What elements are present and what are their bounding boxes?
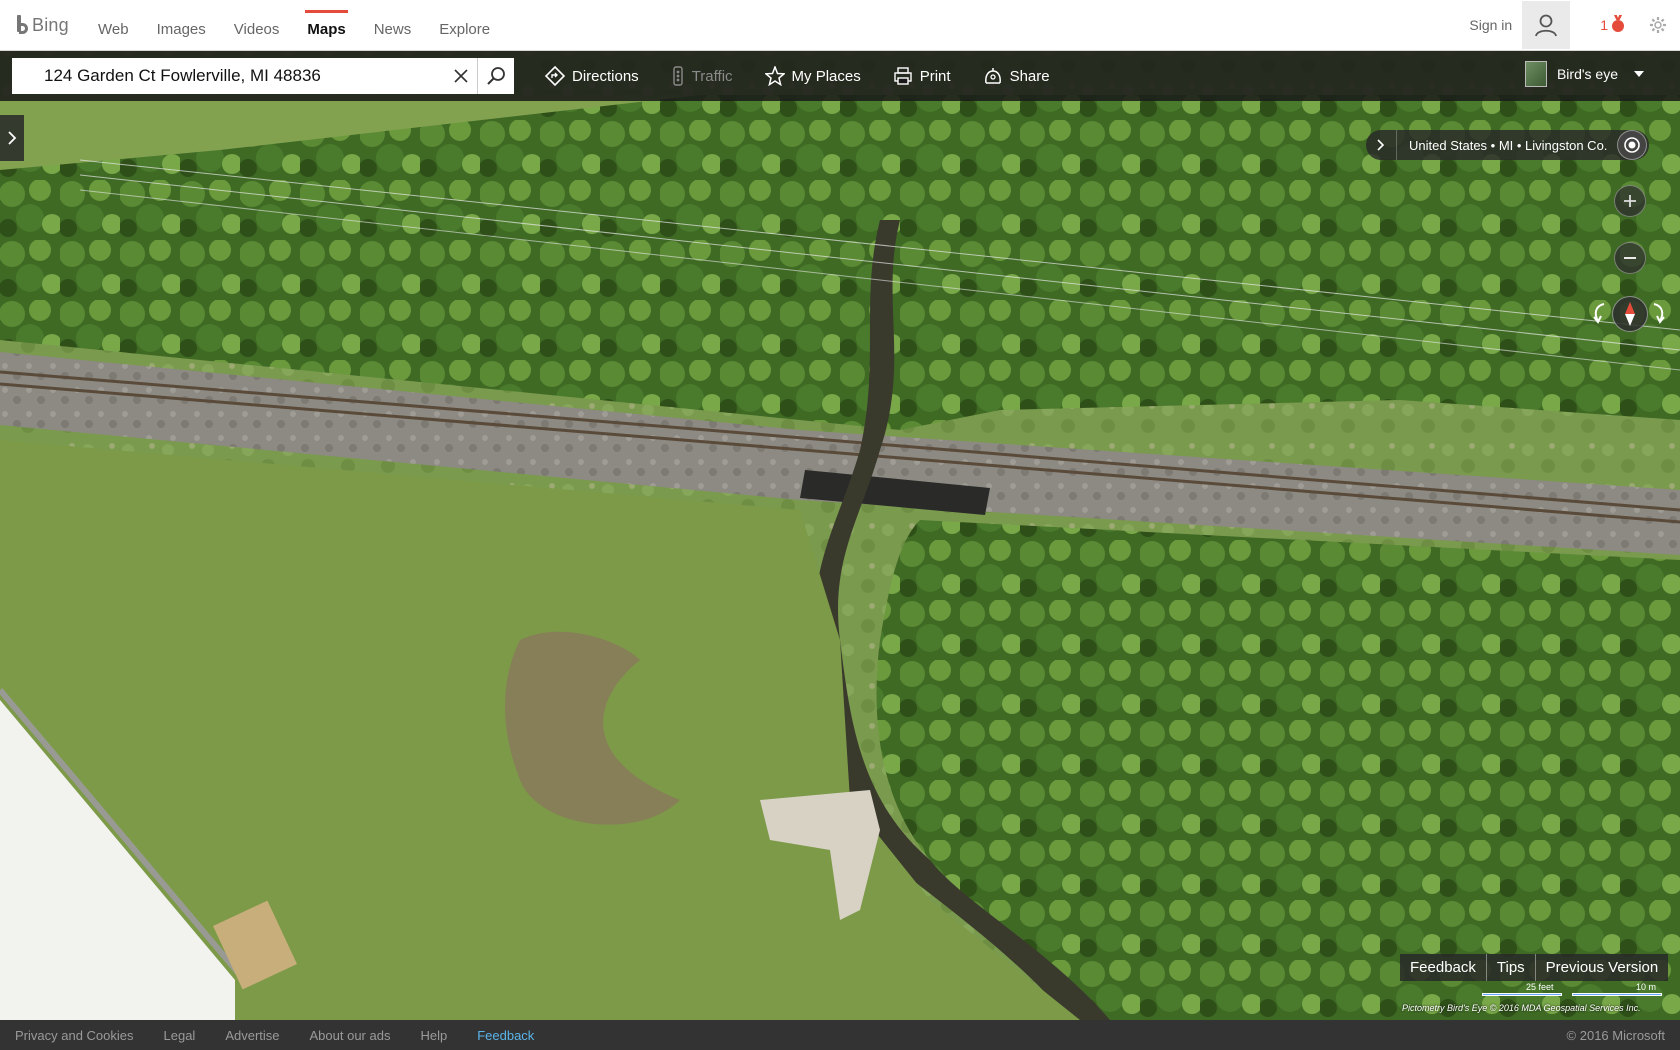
signin-link[interactable]: Sign in	[1469, 17, 1512, 33]
clear-search-button[interactable]	[445, 58, 477, 94]
medal-icon	[1612, 20, 1624, 32]
zoom-out-icon	[1624, 257, 1636, 259]
copyright-text: © 2016 Microsoft	[1566, 1028, 1665, 1043]
search-button[interactable]	[477, 58, 514, 94]
user-avatar[interactable]	[1522, 1, 1571, 49]
rotate-right-icon[interactable]	[1651, 302, 1667, 324]
settings-button[interactable]	[1648, 15, 1668, 35]
zoom-out-button[interactable]	[1614, 242, 1646, 274]
map-toolbar: Directions Traffic My Places Print	[0, 51, 1680, 101]
chevron-down-icon	[1634, 71, 1644, 77]
footer-link-feedback[interactable]: Feedback	[477, 1028, 534, 1043]
bing-logo-icon	[16, 15, 28, 35]
top-header: Bing Web Images Videos Maps News Explore…	[0, 0, 1680, 51]
footer-link-help[interactable]: Help	[420, 1028, 447, 1043]
tips-button[interactable]: Tips	[1487, 954, 1536, 981]
traffic-icon	[672, 66, 683, 86]
rotate-left-icon[interactable]	[1591, 302, 1607, 324]
nav-item-videos[interactable]: Videos	[220, 4, 294, 54]
view-label: Bird's eye	[1556, 66, 1618, 82]
directions-button[interactable]: Directions	[545, 66, 639, 86]
traffic-button[interactable]: Traffic	[671, 66, 733, 86]
map-feedback-button[interactable]: Feedback	[1400, 954, 1487, 981]
print-label: Print	[919, 67, 951, 85]
search-input[interactable]	[12, 59, 445, 93]
share-icon	[984, 68, 1001, 84]
locate-icon	[1624, 137, 1641, 153]
nav-item-explore[interactable]: Explore	[425, 4, 504, 54]
footer-link-about-ads[interactable]: About our ads	[310, 1028, 391, 1043]
star-icon	[764, 66, 785, 86]
gear-icon	[1650, 17, 1666, 33]
chevron-right-icon	[1377, 139, 1385, 151]
user-icon	[1535, 14, 1558, 37]
breadcrumb-toggle[interactable]	[1366, 130, 1397, 160]
location-breadcrumb[interactable]: United States • MI • Livingston Co.	[1366, 130, 1650, 160]
nav-item-images[interactable]: Images	[143, 4, 220, 54]
nav-item-news[interactable]: News	[360, 4, 426, 54]
share-button[interactable]: Share	[983, 66, 1050, 86]
scale-bar: 25 feet 10 m	[1476, 982, 1662, 996]
header-right: Sign in 1	[1469, 0, 1680, 50]
rewards-badge[interactable]: 1	[1600, 17, 1624, 33]
birds-eye-thumbnail-icon	[1524, 61, 1547, 87]
locate-me-button[interactable]	[1617, 130, 1648, 160]
printer-icon	[894, 67, 912, 85]
scale-meters-label: 10 m	[1636, 982, 1657, 992]
traffic-label: Traffic	[691, 67, 733, 85]
breadcrumb-text[interactable]: United States • MI • Livingston Co.	[1397, 138, 1617, 153]
nav-item-web[interactable]: Web	[84, 4, 143, 54]
bing-logo[interactable]: Bing	[16, 14, 69, 36]
scale-feet-label: 25 feet	[1526, 982, 1554, 992]
page-footer: Privacy and Cookies Legal Advertise Abou…	[0, 1020, 1680, 1050]
toolbar-actions: Directions Traffic My Places Print Share	[545, 51, 1082, 101]
imagery-attribution: Pictometry Bird's Eye © 2016 MDA Geospat…	[1402, 1003, 1641, 1013]
scale-meters-bar	[1572, 993, 1662, 996]
nav-item-maps[interactable]: Maps	[293, 4, 359, 54]
vertical-nav: Web Images Videos Maps News Explore	[84, 0, 504, 50]
directions-label: Directions	[572, 67, 639, 85]
chevron-right-icon	[8, 131, 17, 145]
scale-feet-bar	[1482, 993, 1562, 996]
directions-icon	[545, 66, 565, 86]
search-icon	[487, 67, 505, 85]
footer-link-privacy[interactable]: Privacy and Cookies	[15, 1028, 134, 1043]
rewards-count: 1	[1600, 17, 1608, 33]
footer-link-advertise[interactable]: Advertise	[225, 1028, 279, 1043]
search-box	[12, 58, 514, 94]
zoom-in-icon	[1624, 195, 1636, 207]
brand-name: Bing	[32, 14, 69, 35]
map-feedback-bar: Feedback Tips Previous Version	[1400, 954, 1669, 981]
compass-icon	[1625, 302, 1635, 326]
zoom-in-button[interactable]	[1614, 185, 1646, 217]
print-button[interactable]: Print	[893, 66, 951, 86]
previous-version-button[interactable]: Previous Version	[1536, 954, 1669, 981]
footer-link-legal[interactable]: Legal	[164, 1028, 196, 1043]
close-icon	[454, 69, 468, 83]
share-label: Share	[1009, 67, 1050, 85]
my-places-button[interactable]: My Places	[764, 66, 861, 86]
side-panel-toggle[interactable]	[0, 115, 24, 161]
map-view-selector[interactable]: Bird's eye	[1524, 61, 1644, 87]
compass-button[interactable]	[1612, 296, 1648, 332]
my-places-label: My Places	[791, 67, 861, 85]
